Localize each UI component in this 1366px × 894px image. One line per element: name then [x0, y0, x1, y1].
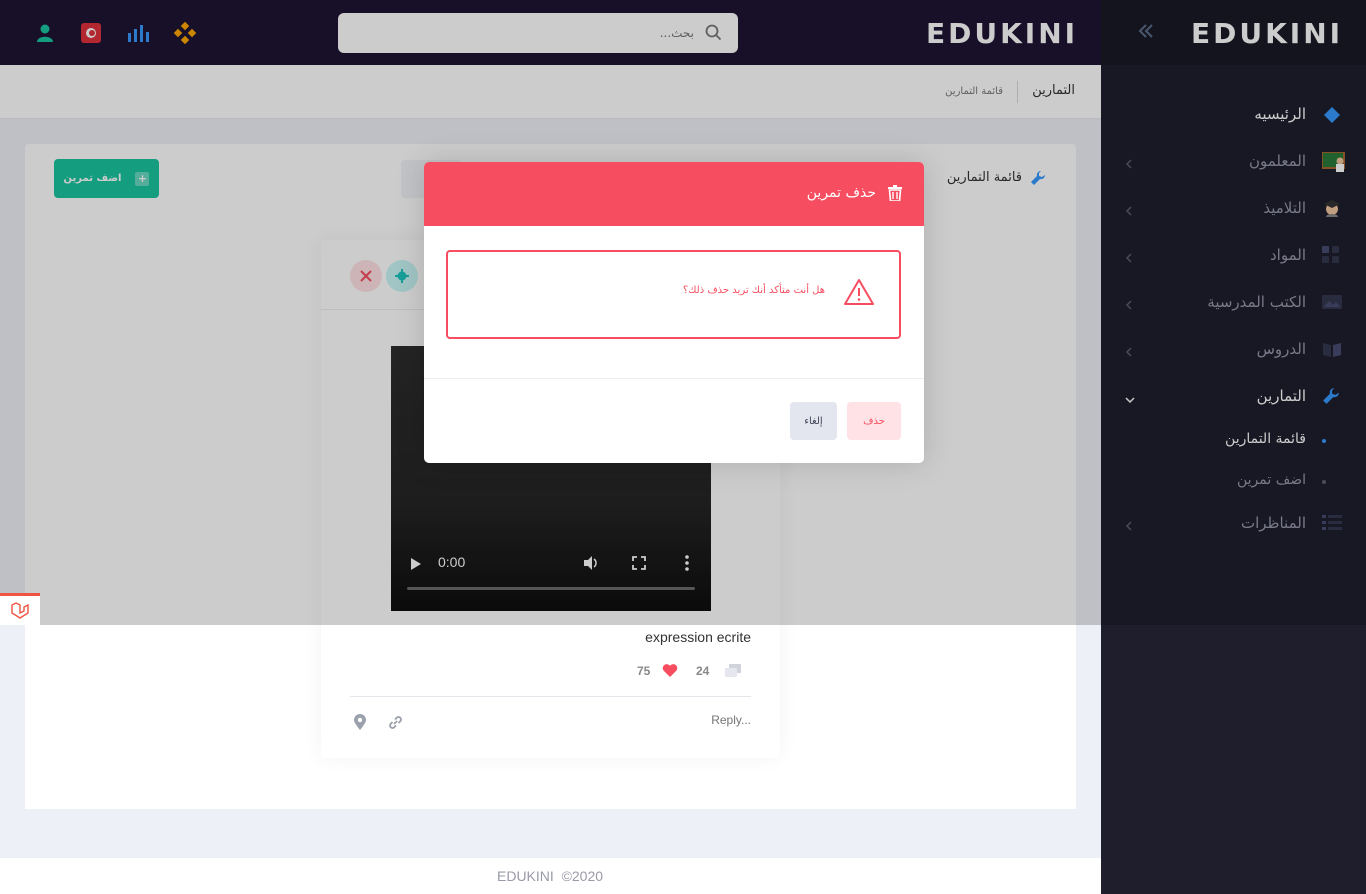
laravel-logo-icon [11, 601, 29, 619]
modal-divider [424, 378, 924, 379]
warning-icon [843, 278, 875, 310]
debugbar-badge[interactable] [0, 593, 40, 625]
attach-link-icon[interactable] [387, 714, 404, 735]
alert-message: هل أنت متأكد أنك تريد حذف ذلك؟ [682, 285, 825, 296]
likes-count: 75 [637, 664, 651, 678]
footer-brand[interactable]: EDUKINI [497, 868, 554, 884]
warning-alert: هل أنت متأكد أنك تريد حذف ذلك؟ [446, 250, 901, 339]
delete-button[interactable]: حذف [847, 402, 901, 440]
cancel-button[interactable]: إلغاء [790, 402, 837, 440]
post-title: expression ecrite [645, 629, 751, 645]
comments-icon[interactable] [724, 663, 742, 683]
footer: EDUKINI ©2020 [0, 858, 1101, 894]
location-pin-icon[interactable] [353, 714, 367, 735]
reply-input[interactable] [551, 710, 751, 730]
heart-icon[interactable] [662, 663, 678, 682]
modal-header: حذف تمرين [424, 162, 924, 226]
trash-icon [888, 185, 902, 205]
footer-year: ©2020 [561, 868, 604, 884]
delete-exercise-modal: حذف تمرين هل أنت متأكد أنك تريد حذف ذلك؟… [424, 162, 924, 463]
post-divider [350, 696, 751, 697]
footer-copyright: EDUKINI ©2020 [497, 868, 603, 884]
comments-count: 24 [696, 664, 710, 678]
modal-title: حذف تمرين [806, 185, 876, 201]
